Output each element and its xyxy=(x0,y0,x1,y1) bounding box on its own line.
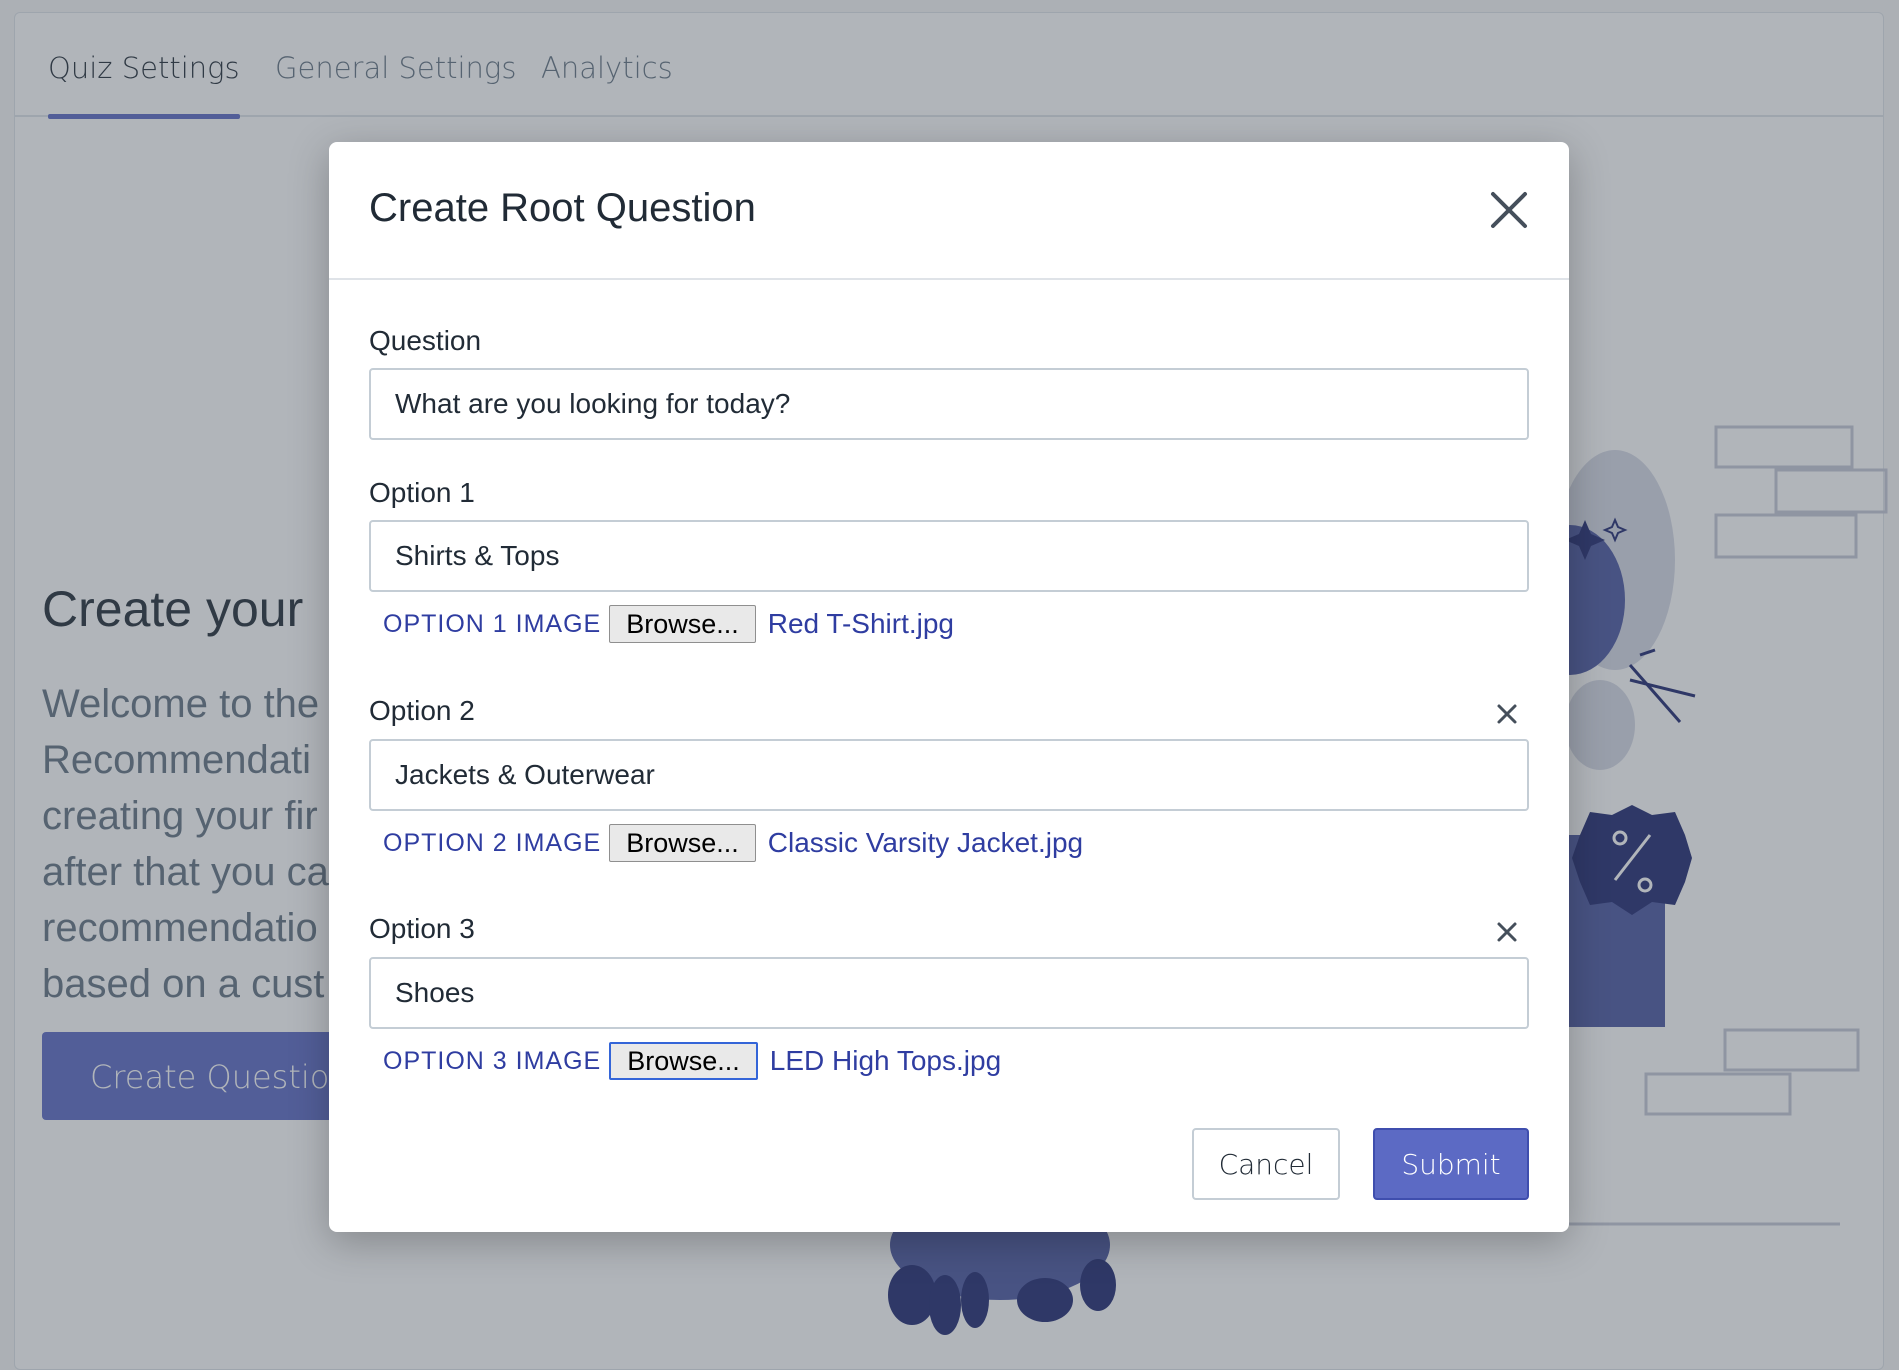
option-1-image-row: OPTION 1 IMAGE Browse... Red T-Shirt.jpg xyxy=(383,604,954,644)
option-2-browse-button[interactable]: Browse... xyxy=(609,824,756,862)
option-2-remove-button[interactable] xyxy=(1495,702,1519,726)
option-2-image-label: OPTION 2 IMAGE xyxy=(383,828,602,857)
option-3-remove-button[interactable] xyxy=(1495,920,1519,944)
remove-icon xyxy=(1497,922,1517,942)
option-3-label: Option 3 xyxy=(369,913,475,944)
question-label: Question xyxy=(369,325,482,356)
option-1-browse-button[interactable]: Browse... xyxy=(609,605,756,643)
option-2-input[interactable] xyxy=(369,739,1529,811)
modal-title: Create Root Question xyxy=(369,186,756,230)
option-1-file-name[interactable]: Red T-Shirt.jpg xyxy=(768,608,954,640)
cancel-button[interactable]: Cancel xyxy=(1192,1128,1340,1200)
option-1-image-label: OPTION 1 IMAGE xyxy=(383,609,602,638)
question-input[interactable] xyxy=(369,368,1529,440)
create-root-question-modal: Create Root Question Question Option 1 O… xyxy=(329,142,1569,1232)
option-3-file-name[interactable]: LED High Tops.jpg xyxy=(770,1045,1001,1077)
option-1-input[interactable] xyxy=(369,520,1529,592)
option-3-browse-button[interactable]: Browse... xyxy=(609,1042,758,1080)
submit-button[interactable]: Submit xyxy=(1373,1128,1529,1200)
option-2-file-name[interactable]: Classic Varsity Jacket.jpg xyxy=(768,827,1083,859)
modal-header: Create Root Question xyxy=(329,142,1569,280)
option-2-label: Option 2 xyxy=(369,695,475,726)
remove-icon xyxy=(1497,704,1517,724)
option-3-input[interactable] xyxy=(369,957,1529,1029)
option-3-image-row: OPTION 3 IMAGE Browse... LED High Tops.j… xyxy=(383,1041,1001,1081)
option-2-image-row: OPTION 2 IMAGE Browse... Classic Varsity… xyxy=(383,823,1083,863)
option-3-image-label: OPTION 3 IMAGE xyxy=(383,1046,602,1075)
option-1-label: Option 1 xyxy=(369,477,475,508)
close-button[interactable] xyxy=(1487,188,1531,232)
close-icon xyxy=(1491,192,1527,228)
